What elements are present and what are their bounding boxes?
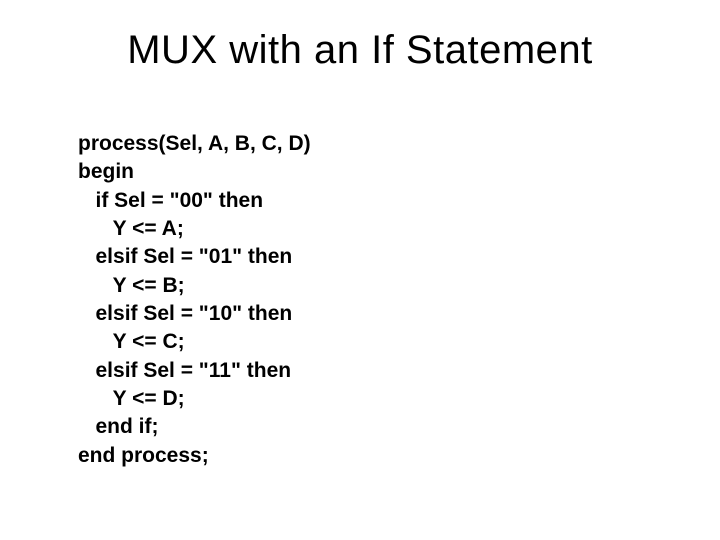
slide: MUX with an If Statement process(Sel, A,… bbox=[0, 0, 720, 540]
slide-title: MUX with an If Statement bbox=[0, 28, 720, 73]
code-block: process(Sel, A, B, C, D) begin if Sel = … bbox=[78, 130, 311, 470]
